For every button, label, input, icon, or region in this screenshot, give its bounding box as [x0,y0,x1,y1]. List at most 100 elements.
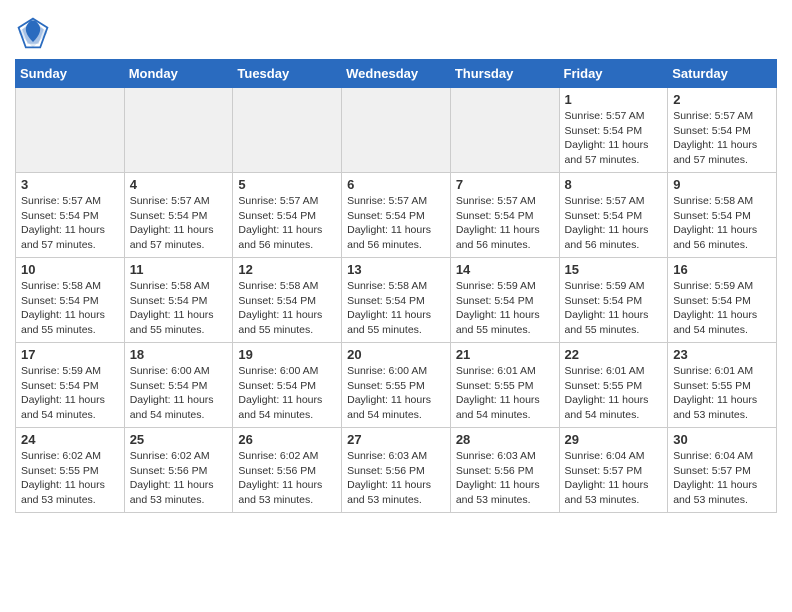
calendar-cell: 11 Sunrise: 5:58 AM Sunset: 5:54 PM Dayli… [124,258,233,343]
day-number: 9 [673,177,771,192]
page: SundayMondayTuesdayWednesdayThursdayFrid… [0,0,792,528]
calendar-cell: 9 Sunrise: 5:58 AM Sunset: 5:54 PM Daylig… [668,173,777,258]
day-number: 4 [130,177,228,192]
calendar-cell: 10 Sunrise: 5:58 AM Sunset: 5:54 PM Dayli… [16,258,125,343]
logo [15,15,55,51]
calendar-cell: 30 Sunrise: 6:04 AM Sunset: 5:57 PM Dayli… [668,428,777,513]
calendar-cell [16,88,125,173]
calendar-cell: 29 Sunrise: 6:04 AM Sunset: 5:57 PM Dayli… [559,428,668,513]
calendar-cell: 25Sunrise: 6:02 AM Sunset: 5:56 PM Dayli… [124,428,233,513]
calendar-cell: 26Sunrise: 6:02 AM Sunset: 5:56 PM Dayli… [233,428,342,513]
day-info: Sunrise: 5:58 AM Sunset: 5:54 PM Dayligh… [347,279,445,338]
day-info: Sunrise: 6:03 AM Sunset: 5:56 PM Dayligh… [347,449,445,508]
calendar-cell: 22 Sunrise: 6:01 AM Sunset: 5:55 PM Dayli… [559,343,668,428]
day-number: 10 [21,262,119,277]
calendar-cell: 20 Sunrise: 6:00 AM Sunset: 5:55 PM Dayli… [342,343,451,428]
calendar-cell: 19 Sunrise: 6:00 AM Sunset: 5:54 PM Dayli… [233,343,342,428]
day-number: 25 [130,432,228,447]
day-number: 18 [130,347,228,362]
day-number: 23 [673,347,771,362]
day-number: 28 [456,432,554,447]
day-number: 19 [238,347,336,362]
day-info: Sunrise: 5:59 AM Sunset: 5:54 PM Dayligh… [565,279,663,338]
calendar-cell [450,88,559,173]
week-row-3: 10 Sunrise: 5:58 AM Sunset: 5:54 PM Dayli… [16,258,777,343]
week-row-5: 24 Sunrise: 6:02 AM Sunset: 5:55 PM Dayli… [16,428,777,513]
day-info: Sunrise: 6:01 AM Sunset: 5:55 PM Dayligh… [565,364,663,423]
day-info: Sunrise: 5:59 AM Sunset: 5:54 PM Dayligh… [21,364,119,423]
weekday-header-thursday: Thursday [450,60,559,88]
weekday-header-friday: Friday [559,60,668,88]
day-number: 3 [21,177,119,192]
day-number: 2 [673,92,771,107]
day-number: 27 [347,432,445,447]
day-info: Sunrise: 5:59 AM Sunset: 5:54 PM Dayligh… [456,279,554,338]
calendar-cell: 2 Sunrise: 5:57 AM Sunset: 5:54 PM Daylig… [668,88,777,173]
calendar-cell: 13Sunrise: 5:58 AM Sunset: 5:54 PM Dayli… [342,258,451,343]
day-info: Sunrise: 6:00 AM Sunset: 5:54 PM Dayligh… [130,364,228,423]
day-number: 30 [673,432,771,447]
day-info: Sunrise: 5:58 AM Sunset: 5:54 PM Dayligh… [21,279,119,338]
day-info: Sunrise: 6:01 AM Sunset: 5:55 PM Dayligh… [456,364,554,423]
day-info: Sunrise: 5:57 AM Sunset: 5:54 PM Dayligh… [673,109,771,168]
day-info: Sunrise: 6:03 AM Sunset: 5:56 PM Dayligh… [456,449,554,508]
calendar-cell: 28 Sunrise: 6:03 AM Sunset: 5:56 PM Dayli… [450,428,559,513]
day-info: Sunrise: 5:57 AM Sunset: 5:54 PM Dayligh… [565,194,663,253]
calendar-cell: 1Sunrise: 5:57 AM Sunset: 5:54 PM Daylig… [559,88,668,173]
day-number: 5 [238,177,336,192]
weekday-header-wednesday: Wednesday [342,60,451,88]
day-number: 14 [456,262,554,277]
day-info: Sunrise: 5:57 AM Sunset: 5:54 PM Dayligh… [456,194,554,253]
day-info: Sunrise: 6:02 AM Sunset: 5:55 PM Dayligh… [21,449,119,508]
calendar-cell [124,88,233,173]
calendar-cell: 27 Sunrise: 6:03 AM Sunset: 5:56 PM Dayli… [342,428,451,513]
day-number: 29 [565,432,663,447]
week-row-4: 17Sunrise: 5:59 AM Sunset: 5:54 PM Dayli… [16,343,777,428]
day-number: 20 [347,347,445,362]
day-number: 11 [130,262,228,277]
day-info: Sunrise: 5:58 AM Sunset: 5:54 PM Dayligh… [673,194,771,253]
calendar-cell: 7 Sunrise: 5:57 AM Sunset: 5:54 PM Daylig… [450,173,559,258]
calendar-cell: 16Sunrise: 5:59 AM Sunset: 5:54 PM Dayli… [668,258,777,343]
calendar-cell: 4 Sunrise: 5:57 AM Sunset: 5:54 PM Daylig… [124,173,233,258]
day-number: 26 [238,432,336,447]
day-info: Sunrise: 6:04 AM Sunset: 5:57 PM Dayligh… [565,449,663,508]
day-number: 7 [456,177,554,192]
week-row-2: 3 Sunrise: 5:57 AM Sunset: 5:54 PM Daylig… [16,173,777,258]
calendar-cell: 12Sunrise: 5:58 AM Sunset: 5:54 PM Dayli… [233,258,342,343]
calendar-cell: 24 Sunrise: 6:02 AM Sunset: 5:55 PM Dayli… [16,428,125,513]
day-number: 8 [565,177,663,192]
day-info: Sunrise: 6:04 AM Sunset: 5:57 PM Dayligh… [673,449,771,508]
calendar-cell [233,88,342,173]
day-number: 24 [21,432,119,447]
day-info: Sunrise: 5:57 AM Sunset: 5:54 PM Dayligh… [238,194,336,253]
calendar-cell: 5 Sunrise: 5:57 AM Sunset: 5:54 PM Daylig… [233,173,342,258]
calendar-cell: 6Sunrise: 5:57 AM Sunset: 5:54 PM Daylig… [342,173,451,258]
day-info: Sunrise: 5:57 AM Sunset: 5:54 PM Dayligh… [21,194,119,253]
calendar-cell: 17Sunrise: 5:59 AM Sunset: 5:54 PM Dayli… [16,343,125,428]
logo-icon [15,15,51,51]
calendar-cell: 14 Sunrise: 5:59 AM Sunset: 5:54 PM Dayli… [450,258,559,343]
day-info: Sunrise: 5:57 AM Sunset: 5:54 PM Dayligh… [347,194,445,253]
weekday-header-monday: Monday [124,60,233,88]
header [15,10,777,51]
day-info: Sunrise: 5:58 AM Sunset: 5:54 PM Dayligh… [238,279,336,338]
weekday-header-saturday: Saturday [668,60,777,88]
weekday-header-sunday: Sunday [16,60,125,88]
weekday-header-row: SundayMondayTuesdayWednesdayThursdayFrid… [16,60,777,88]
calendar-cell: 21 Sunrise: 6:01 AM Sunset: 5:55 PM Dayli… [450,343,559,428]
calendar-cell: 18 Sunrise: 6:00 AM Sunset: 5:54 PM Dayli… [124,343,233,428]
calendar-cell: 15 Sunrise: 5:59 AM Sunset: 5:54 PM Dayli… [559,258,668,343]
day-info: Sunrise: 6:00 AM Sunset: 5:54 PM Dayligh… [238,364,336,423]
calendar-cell: 8 Sunrise: 5:57 AM Sunset: 5:54 PM Daylig… [559,173,668,258]
calendar-cell: 23Sunrise: 6:01 AM Sunset: 5:55 PM Dayli… [668,343,777,428]
day-number: 22 [565,347,663,362]
day-number: 16 [673,262,771,277]
day-info: Sunrise: 5:58 AM Sunset: 5:54 PM Dayligh… [130,279,228,338]
day-number: 21 [456,347,554,362]
day-info: Sunrise: 5:57 AM Sunset: 5:54 PM Dayligh… [130,194,228,253]
calendar: SundayMondayTuesdayWednesdayThursdayFrid… [15,59,777,513]
weekday-header-tuesday: Tuesday [233,60,342,88]
day-number: 15 [565,262,663,277]
day-info: Sunrise: 6:00 AM Sunset: 5:55 PM Dayligh… [347,364,445,423]
